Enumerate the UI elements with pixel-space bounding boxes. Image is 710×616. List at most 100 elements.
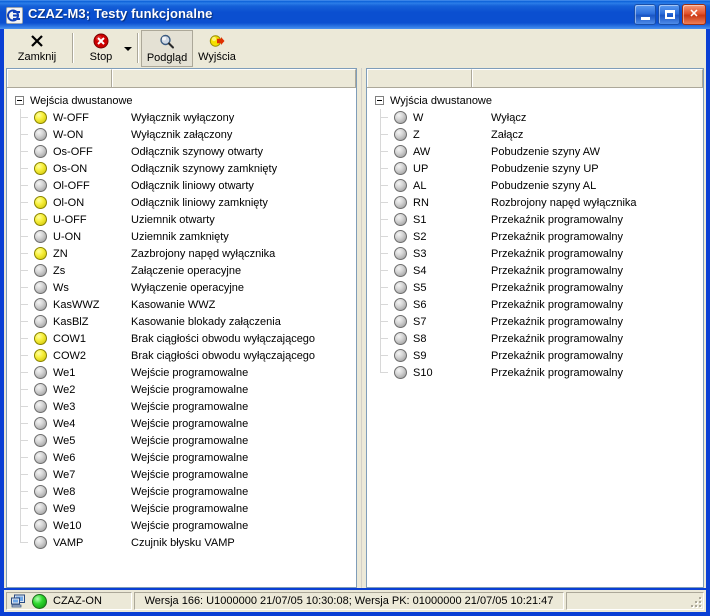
close-button[interactable]: ✕ xyxy=(682,4,706,25)
inputs-column-header-2[interactable] xyxy=(112,69,356,87)
led-off-icon xyxy=(34,230,47,243)
inputs-column-header-1[interactable] xyxy=(7,69,112,87)
title-bar[interactable]: CZAZ-M3; Testy funkcjonalne ✕ xyxy=(0,0,710,29)
input-item-row[interactable]: Os-OFF Odłącznik szynowy otwarty xyxy=(7,143,356,160)
input-item-code: U-ON xyxy=(53,230,82,243)
input-item-row[interactable]: We9 Wejście programowalne xyxy=(7,500,356,517)
input-item-description: Wyłączenie operacyjne xyxy=(131,281,245,294)
window-body: Zamknij Stop Podgląd Wyjścia Wejścia dwu… xyxy=(4,29,706,588)
input-item-code: W-OFF xyxy=(53,111,89,124)
panel-splitter[interactable] xyxy=(358,68,365,588)
input-item-row[interactable]: KasWWZ Kasowanie WWZ xyxy=(7,296,356,313)
output-item-row[interactable]: Z Załącz xyxy=(367,126,703,143)
output-item-description: Pobudzenie szyny UP xyxy=(491,162,599,175)
outputs-column-header-2[interactable] xyxy=(471,69,703,87)
chevron-down-icon[interactable] xyxy=(124,47,132,51)
input-item-code: Zs xyxy=(53,264,66,277)
toolbar-button-podglad[interactable]: Podgląd xyxy=(141,30,193,67)
output-item-row[interactable]: S7 Przekaźnik programowalny xyxy=(367,313,703,330)
toolbar-button-wyjscia[interactable]: Wyjścia xyxy=(194,30,240,67)
input-item-row[interactable]: U-ON Uziemnik zamknięty xyxy=(7,228,356,245)
input-item-row[interactable]: Zs Załączenie operacyjne xyxy=(7,262,356,279)
outputs-tree-root[interactable]: Wyjścia dwustanowe xyxy=(367,92,703,109)
output-item-code: S1 xyxy=(413,213,427,226)
status-version-text: Wersja 166: U1000000 21/07/05 10:30:08; … xyxy=(144,595,554,607)
input-item-row[interactable]: We1 Wejście programowalne xyxy=(7,364,356,381)
input-item-row[interactable]: W-OFF Wyłącznik wyłączony xyxy=(7,109,356,126)
led-off-icon xyxy=(394,230,407,243)
input-item-row[interactable]: We5 Wejście programowalne xyxy=(7,432,356,449)
input-item-row[interactable]: ZN Zazbrojony napęd wyłącznika xyxy=(7,245,356,262)
output-item-row[interactable]: UP Pobudzenie szyny UP xyxy=(367,160,703,177)
output-item-row[interactable]: S2 Przekaźnik programowalny xyxy=(367,228,703,245)
output-item-row[interactable]: S9 Przekaźnik programowalny xyxy=(367,347,703,364)
output-item-row[interactable]: S3 Przekaźnik programowalny xyxy=(367,245,703,262)
input-item-description: Odłącznik szynowy otwarty xyxy=(131,145,264,158)
input-item-description: Wejście programowalne xyxy=(131,434,249,447)
output-arrow-icon xyxy=(207,32,227,50)
green-led-icon xyxy=(32,593,47,609)
output-item-code: AW xyxy=(413,145,431,158)
output-item-row[interactable]: S8 Przekaźnik programowalny xyxy=(367,330,703,347)
input-item-row[interactable]: We8 Wejście programowalne xyxy=(7,483,356,500)
output-item-row[interactable]: AW Pobudzenie szyny AW xyxy=(367,143,703,160)
input-item-row[interactable]: We2 Wejście programowalne xyxy=(7,381,356,398)
input-item-code: We4 xyxy=(53,417,76,430)
input-item-row[interactable]: We6 Wejście programowalne xyxy=(7,449,356,466)
splitter-grip xyxy=(361,68,362,588)
input-item-row[interactable]: We7 Wejście programowalne xyxy=(7,466,356,483)
input-item-description: Odłącznik szynowy zamknięty xyxy=(131,162,278,175)
input-item-row[interactable]: Ol-ON Odłącznik liniowy zamknięty xyxy=(7,194,356,211)
collapse-icon[interactable] xyxy=(375,96,384,105)
output-item-description: Rozbrojony napęd wyłącznika xyxy=(491,196,637,209)
computer-icon xyxy=(11,594,26,608)
toolbar-button-podglad-label: Podgląd xyxy=(146,52,188,64)
output-item-description: Przekaźnik programowalny xyxy=(491,366,624,379)
outputs-tree-root-label: Wyjścia dwustanowe xyxy=(390,94,492,107)
stop-circle-icon xyxy=(91,32,111,50)
led-off-icon xyxy=(34,366,47,379)
inputs-tree-root[interactable]: Wejścia dwustanowe xyxy=(7,92,356,109)
toolbar: Zamknij Stop Podgląd Wyjścia xyxy=(4,29,706,68)
output-item-row[interactable]: S6 Przekaźnik programowalny xyxy=(367,296,703,313)
input-item-row[interactable]: VAMP Czujnik błysku VAMP xyxy=(7,534,356,551)
output-item-row[interactable]: W Wyłącz xyxy=(367,109,703,126)
output-item-row[interactable]: RN Rozbrojony napęd wyłącznika xyxy=(367,194,703,211)
input-item-row[interactable]: U-OFF Uziemnik otwarty xyxy=(7,211,356,228)
output-item-description: Przekaźnik programowalny xyxy=(491,298,624,311)
input-item-row[interactable]: Ws Wyłączenie operacyjne xyxy=(7,279,356,296)
led-on-icon xyxy=(34,213,47,226)
input-item-description: Załączenie operacyjne xyxy=(131,264,242,277)
input-item-row[interactable]: We4 Wejście programowalne xyxy=(7,415,356,432)
toolbar-button-stop[interactable]: Stop xyxy=(78,30,124,67)
input-item-code: We10 xyxy=(53,519,82,532)
output-item-row[interactable]: S10 Przekaźnik programowalny xyxy=(367,364,703,381)
output-item-row[interactable]: S5 Przekaźnik programowalny xyxy=(367,279,703,296)
input-item-row[interactable]: COW1 Brak ciągłości obwodu wyłączającego xyxy=(7,330,356,347)
input-item-row[interactable]: COW2 Brak ciągłości obwodu wyłączającego xyxy=(7,347,356,364)
input-item-row[interactable]: We3 Wejście programowalne xyxy=(7,398,356,415)
inputs-list: W-OFF Wyłącznik wyłączony W-ON Wyłącznik za… xyxy=(7,109,356,551)
input-item-row[interactable]: Ol-OFF Odłącznik liniowy otwarty xyxy=(7,177,356,194)
maximize-button[interactable] xyxy=(658,4,680,25)
output-item-description: Przekaźnik programowalny xyxy=(491,230,624,243)
input-item-code: Os-OFF xyxy=(53,145,93,158)
toolbar-button-zamknij[interactable]: Zamknij xyxy=(8,30,66,67)
input-item-row[interactable]: Os-ON Odłącznik szynowy zamknięty xyxy=(7,160,356,177)
input-item-row[interactable]: We10 Wejście programowalne xyxy=(7,517,356,534)
input-item-row[interactable]: W-ON Wyłącznik załączony xyxy=(7,126,356,143)
outputs-column-header-1[interactable] xyxy=(367,69,472,87)
minimize-button[interactable] xyxy=(634,4,656,25)
output-item-description: Przekaźnik programowalny xyxy=(491,264,624,277)
input-item-row[interactable]: KasBlZ Kasowanie blokady załączenia xyxy=(7,313,356,330)
led-on-icon xyxy=(34,247,47,260)
status-connection-label: CZAZ-ON xyxy=(53,595,102,607)
collapse-icon[interactable] xyxy=(15,96,24,105)
output-item-row[interactable]: AL Pobudzenie szyny AL xyxy=(367,177,703,194)
output-item-row[interactable]: S1 Przekaźnik programowalny xyxy=(367,211,703,228)
input-item-description: Brak ciągłości obwodu wyłączającego xyxy=(131,349,316,362)
output-item-description: Załącz xyxy=(491,128,524,141)
resize-grip[interactable] xyxy=(691,597,703,609)
output-item-row[interactable]: S4 Przekaźnik programowalny xyxy=(367,262,703,279)
led-off-icon xyxy=(34,485,47,498)
